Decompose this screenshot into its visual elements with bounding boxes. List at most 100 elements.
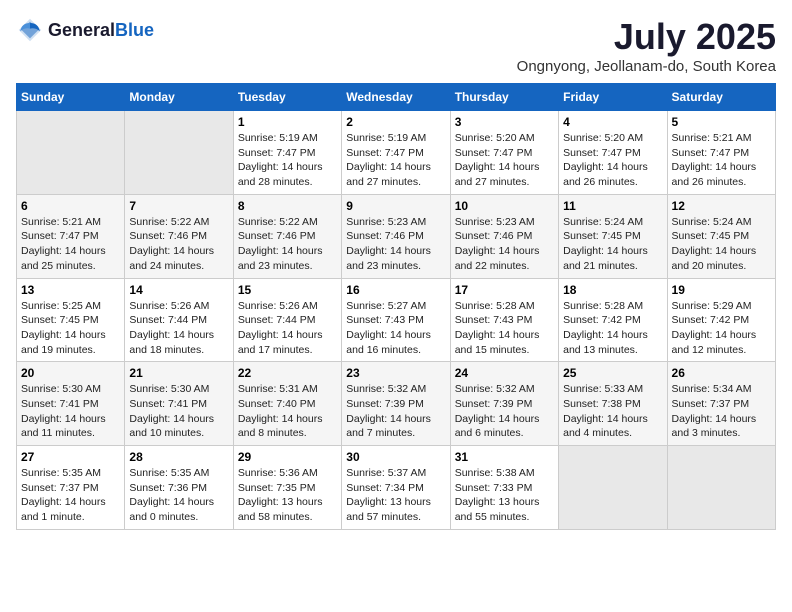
header-cell-wednesday: Wednesday <box>342 84 450 111</box>
calendar-cell: 5 Sunrise: 5:21 AMSunset: 7:47 PMDaylight… <box>667 111 775 195</box>
day-number: 9 <box>346 199 445 213</box>
day-number: 6 <box>21 199 120 213</box>
calendar-cell: 11Sunrise: 5:24 AMSunset: 7:45 PMDayligh… <box>559 194 667 278</box>
calendar-cell: 23Sunrise: 5:32 AMSunset: 7:39 PMDayligh… <box>342 362 450 446</box>
day-info: Sunrise: 5:23 AMSunset: 7:46 PMDaylight:… <box>346 216 431 272</box>
day-info: Sunrise: 5:26 AMSunset: 7:44 PMDaylight:… <box>129 300 214 356</box>
week-row-3: 13Sunrise: 5:25 AMSunset: 7:45 PMDayligh… <box>17 278 776 362</box>
day-number: 29 <box>238 450 337 464</box>
calendar-cell: 22Sunrise: 5:31 AMSunset: 7:40 PMDayligh… <box>233 362 341 446</box>
day-number: 21 <box>129 366 228 380</box>
calendar-cell: 4 Sunrise: 5:20 AMSunset: 7:47 PMDaylight… <box>559 111 667 195</box>
day-number: 5 <box>672 115 771 129</box>
day-info: Sunrise: 5:32 AMSunset: 7:39 PMDaylight:… <box>455 383 540 439</box>
day-info: Sunrise: 5:33 AMSunset: 7:38 PMDaylight:… <box>563 383 648 439</box>
day-info: Sunrise: 5:22 AMSunset: 7:46 PMDaylight:… <box>129 216 214 272</box>
day-info: Sunrise: 5:31 AMSunset: 7:40 PMDaylight:… <box>238 383 323 439</box>
header-cell-saturday: Saturday <box>667 84 775 111</box>
calendar-cell: 7 Sunrise: 5:22 AMSunset: 7:46 PMDaylight… <box>125 194 233 278</box>
calendar-cell: 29 Sunrise: 5:36 AMSunset: 7:35 PMDayligh… <box>233 446 341 530</box>
week-row-1: 1 Sunrise: 5:19 AMSunset: 7:47 PMDaylight… <box>17 111 776 195</box>
calendar-cell: 17 Sunrise: 5:28 AMSunset: 7:43 PMDayligh… <box>450 278 558 362</box>
calendar-cell: 28Sunrise: 5:35 AMSunset: 7:36 PMDayligh… <box>125 446 233 530</box>
header-row: SundayMondayTuesdayWednesdayThursdayFrid… <box>17 84 776 111</box>
day-number: 14 <box>129 283 228 297</box>
calendar-cell: 20 Sunrise: 5:30 AMSunset: 7:41 PMDayligh… <box>17 362 125 446</box>
day-number: 1 <box>238 115 337 129</box>
day-number: 8 <box>238 199 337 213</box>
calendar-cell: 14 Sunrise: 5:26 AMSunset: 7:44 PMDayligh… <box>125 278 233 362</box>
day-info: Sunrise: 5:38 AMSunset: 7:33 PMDaylight:… <box>455 467 540 523</box>
logo-icon <box>16 16 44 44</box>
calendar-header: SundayMondayTuesdayWednesdayThursdayFrid… <box>17 84 776 111</box>
day-number: 4 <box>563 115 662 129</box>
day-number: 24 <box>455 366 554 380</box>
calendar-cell <box>559 446 667 530</box>
day-number: 11 <box>563 199 662 213</box>
day-number: 26 <box>672 366 771 380</box>
day-number: 10 <box>455 199 554 213</box>
day-number: 20 <box>21 366 120 380</box>
calendar-cell: 12 Sunrise: 5:24 AMSunset: 7:45 PMDayligh… <box>667 194 775 278</box>
day-info: Sunrise: 5:29 AMSunset: 7:42 PMDaylight:… <box>672 300 757 356</box>
calendar-cell <box>125 111 233 195</box>
calendar-cell: 2 Sunrise: 5:19 AMSunset: 7:47 PMDaylight… <box>342 111 450 195</box>
day-info: Sunrise: 5:22 AMSunset: 7:46 PMDaylight:… <box>238 216 323 272</box>
day-info: Sunrise: 5:21 AMSunset: 7:47 PMDaylight:… <box>672 132 757 188</box>
day-info: Sunrise: 5:30 AMSunset: 7:41 PMDaylight:… <box>21 383 106 439</box>
day-number: 28 <box>129 450 228 464</box>
day-info: Sunrise: 5:24 AMSunset: 7:45 PMDaylight:… <box>672 216 757 272</box>
logo: GeneralBlue <box>16 16 154 44</box>
header-cell-sunday: Sunday <box>17 84 125 111</box>
day-number: 25 <box>563 366 662 380</box>
calendar-cell: 26Sunrise: 5:34 AMSunset: 7:37 PMDayligh… <box>667 362 775 446</box>
day-number: 16 <box>346 283 445 297</box>
calendar-cell: 15 Sunrise: 5:26 AMSunset: 7:44 PMDayligh… <box>233 278 341 362</box>
day-info: Sunrise: 5:21 AMSunset: 7:47 PMDaylight:… <box>21 216 106 272</box>
calendar-cell: 18 Sunrise: 5:28 AMSunset: 7:42 PMDayligh… <box>559 278 667 362</box>
title-block: July 2025 Ongnyong, Jeollanam-do, South … <box>517 16 776 75</box>
calendar-cell <box>667 446 775 530</box>
day-number: 2 <box>346 115 445 129</box>
day-info: Sunrise: 5:23 AMSunset: 7:46 PMDaylight:… <box>455 216 540 272</box>
week-row-2: 6 Sunrise: 5:21 AMSunset: 7:47 PMDaylight… <box>17 194 776 278</box>
calendar-cell: 10 Sunrise: 5:23 AMSunset: 7:46 PMDayligh… <box>450 194 558 278</box>
day-number: 12 <box>672 199 771 213</box>
day-number: 18 <box>563 283 662 297</box>
day-info: Sunrise: 5:37 AMSunset: 7:34 PMDaylight:… <box>346 467 431 523</box>
calendar-cell: 24 Sunrise: 5:32 AMSunset: 7:39 PMDayligh… <box>450 362 558 446</box>
day-number: 30 <box>346 450 445 464</box>
header-cell-thursday: Thursday <box>450 84 558 111</box>
header-cell-monday: Monday <box>125 84 233 111</box>
calendar-cell: 21 Sunrise: 5:30 AMSunset: 7:41 PMDayligh… <box>125 362 233 446</box>
day-number: 23 <box>346 366 445 380</box>
logo-text-general: General <box>48 20 115 40</box>
calendar-cell: 13Sunrise: 5:25 AMSunset: 7:45 PMDayligh… <box>17 278 125 362</box>
day-number: 7 <box>129 199 228 213</box>
day-number: 3 <box>455 115 554 129</box>
day-number: 17 <box>455 283 554 297</box>
day-info: Sunrise: 5:20 AMSunset: 7:47 PMDaylight:… <box>563 132 648 188</box>
day-info: Sunrise: 5:28 AMSunset: 7:42 PMDaylight:… <box>563 300 648 356</box>
header-cell-tuesday: Tuesday <box>233 84 341 111</box>
day-number: 13 <box>21 283 120 297</box>
calendar-cell: 8 Sunrise: 5:22 AMSunset: 7:46 PMDaylight… <box>233 194 341 278</box>
day-info: Sunrise: 5:30 AMSunset: 7:41 PMDaylight:… <box>129 383 214 439</box>
calendar-cell: 9 Sunrise: 5:23 AMSunset: 7:46 PMDaylight… <box>342 194 450 278</box>
calendar-cell: 1Sunrise: 5:19 AMSunset: 7:47 PMDaylight… <box>233 111 341 195</box>
day-info: Sunrise: 5:28 AMSunset: 7:43 PMDaylight:… <box>455 300 540 356</box>
day-info: Sunrise: 5:19 AMSunset: 7:47 PMDaylight:… <box>346 132 431 188</box>
calendar-cell <box>17 111 125 195</box>
calendar-cell: 27 Sunrise: 5:35 AMSunset: 7:37 PMDayligh… <box>17 446 125 530</box>
day-info: Sunrise: 5:27 AMSunset: 7:43 PMDaylight:… <box>346 300 431 356</box>
calendar-cell: 25 Sunrise: 5:33 AMSunset: 7:38 PMDayligh… <box>559 362 667 446</box>
header-cell-friday: Friday <box>559 84 667 111</box>
day-number: 27 <box>21 450 120 464</box>
day-number: 15 <box>238 283 337 297</box>
day-info: Sunrise: 5:36 AMSunset: 7:35 PMDaylight:… <box>238 467 323 523</box>
day-number: 31 <box>455 450 554 464</box>
day-info: Sunrise: 5:26 AMSunset: 7:44 PMDaylight:… <box>238 300 323 356</box>
day-info: Sunrise: 5:35 AMSunset: 7:37 PMDaylight:… <box>21 467 106 523</box>
calendar-cell: 3Sunrise: 5:20 AMSunset: 7:47 PMDaylight… <box>450 111 558 195</box>
subtitle: Ongnyong, Jeollanam-do, South Korea <box>517 58 776 75</box>
